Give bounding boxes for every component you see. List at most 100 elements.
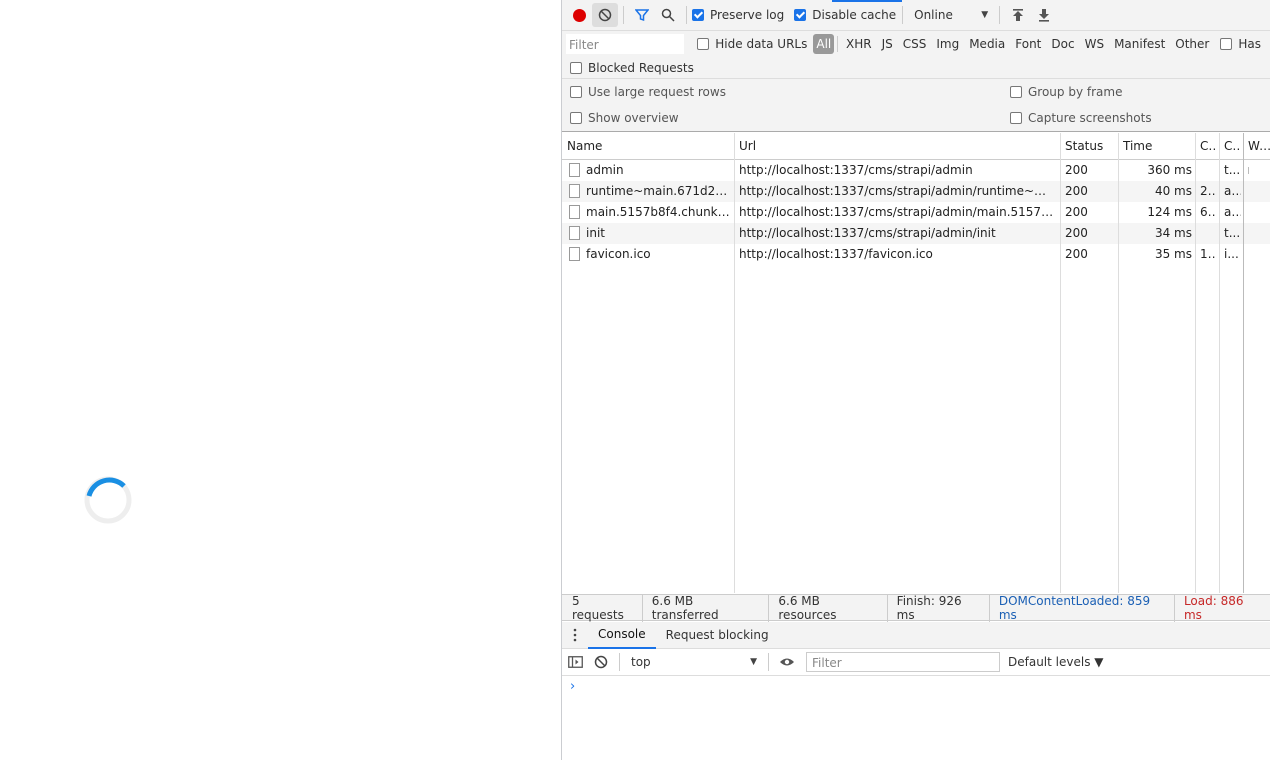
live-expression-button[interactable] bbox=[774, 650, 800, 674]
column-header-waterfall[interactable]: Waterfall bbox=[1248, 139, 1270, 153]
capture-screenshots-label: Capture screenshots bbox=[1028, 111, 1152, 125]
chevron-down-icon: ▼ bbox=[750, 657, 757, 667]
console-prompt-icon[interactable]: › bbox=[570, 679, 575, 694]
type-filter-css[interactable]: CSS bbox=[898, 37, 932, 51]
column-header-c2[interactable]: C... bbox=[1224, 139, 1241, 153]
request-url: http://localhost:1337/cms/strapi/admin bbox=[739, 163, 973, 177]
finish-time: Finish: 926 ms bbox=[888, 593, 990, 622]
has-blocked-cookies-checkbox[interactable]: Has bbox=[1220, 37, 1261, 51]
request-status: 200 bbox=[1065, 247, 1088, 261]
request-url: http://localhost:1337/favicon.ico bbox=[739, 247, 933, 261]
log-levels-select[interactable]: Default levels ▼ bbox=[1008, 655, 1104, 669]
has-blocked-cookies-label: Has bbox=[1238, 37, 1261, 51]
hide-data-urls-label: Hide data URLs bbox=[715, 37, 808, 51]
checkbox-unchecked-icon bbox=[1010, 86, 1022, 98]
script-file-icon bbox=[569, 205, 580, 219]
hide-data-urls-checkbox[interactable]: Hide data URLs bbox=[697, 37, 807, 51]
group-by-frame-checkbox[interactable]: Group by frame bbox=[1010, 85, 1122, 99]
disable-cache-label: Disable cache bbox=[812, 8, 897, 22]
import-har-button[interactable] bbox=[1005, 3, 1031, 27]
toolbar-divider bbox=[999, 6, 1001, 24]
column-header-name[interactable]: Name bbox=[567, 139, 602, 153]
resources-size: 6.6 MB resources bbox=[769, 593, 888, 622]
type-filter-ws[interactable]: WS bbox=[1080, 37, 1109, 51]
table-row[interactable]: main.5157b8f4.chunk.js http://localhost:… bbox=[562, 202, 1270, 223]
table-row[interactable]: admin http://localhost:1337/cms/strapi/a… bbox=[562, 160, 1270, 181]
blocked-requests-checkbox[interactable]: Blocked Requests bbox=[570, 61, 694, 75]
request-name: init bbox=[586, 226, 605, 240]
type-filter-xhr[interactable]: XHR bbox=[841, 37, 877, 51]
type-filter-media[interactable]: Media bbox=[964, 37, 1010, 51]
request-c1: 2... bbox=[1200, 184, 1217, 198]
table-row[interactable]: runtime~main.671d262b.js http://localhos… bbox=[562, 181, 1270, 202]
table-row[interactable]: init http://localhost:1337/cms/strapi/ad… bbox=[562, 223, 1270, 244]
request-c2: t... bbox=[1224, 163, 1241, 177]
checkbox-unchecked-icon bbox=[570, 112, 582, 124]
column-divider[interactable] bbox=[1219, 133, 1220, 593]
column-divider[interactable] bbox=[734, 133, 735, 593]
request-status: 200 bbox=[1065, 184, 1088, 198]
large-rows-checkbox[interactable]: Use large request rows bbox=[570, 85, 726, 99]
type-filter-other[interactable]: Other bbox=[1170, 37, 1214, 51]
active-tab-indicator bbox=[832, 0, 902, 2]
filter-input[interactable]: Filter bbox=[566, 34, 685, 54]
type-filter-font[interactable]: Font bbox=[1010, 37, 1046, 51]
show-overview-checkbox[interactable]: Show overview bbox=[570, 111, 679, 125]
request-c2: a... bbox=[1224, 184, 1241, 198]
clear-console-button[interactable] bbox=[588, 650, 614, 674]
type-filter-img[interactable]: Img bbox=[931, 37, 964, 51]
filter-toggle-button[interactable] bbox=[629, 3, 655, 27]
record-icon bbox=[573, 8, 586, 22]
type-filter-manifest[interactable]: Manifest bbox=[1109, 37, 1170, 51]
chevron-down-icon: ▼ bbox=[981, 10, 989, 20]
filter-bar: Filter Hide data URLs All XHR JS CSS Img… bbox=[562, 31, 1270, 57]
search-icon bbox=[661, 8, 675, 22]
column-divider[interactable] bbox=[1243, 133, 1244, 593]
column-divider[interactable] bbox=[1195, 133, 1196, 593]
network-settings-pane: Use large request rows Show overview Gro… bbox=[562, 79, 1270, 132]
page-viewport bbox=[0, 0, 561, 760]
console-filter-placeholder: Filter bbox=[812, 656, 842, 670]
request-c2: a... bbox=[1224, 205, 1241, 219]
table-row[interactable]: favicon.ico http://localhost:1337/favico… bbox=[562, 244, 1270, 265]
loading-spinner-icon bbox=[84, 476, 132, 524]
request-url: http://localhost:1337/cms/strapi/admin/m… bbox=[739, 205, 1057, 219]
request-name: main.5157b8f4.chunk.js bbox=[586, 205, 731, 219]
dom-content-loaded-time: DOMContentLoaded: 859 ms bbox=[990, 593, 1175, 622]
type-divider bbox=[837, 36, 838, 52]
console-filter-input[interactable]: Filter bbox=[806, 652, 1000, 672]
search-button[interactable] bbox=[655, 3, 681, 27]
file-icon bbox=[569, 226, 580, 240]
column-header-url[interactable]: Url bbox=[739, 139, 756, 153]
record-button[interactable] bbox=[562, 3, 588, 27]
export-har-button[interactable] bbox=[1031, 3, 1057, 27]
tab-console[interactable]: Console bbox=[588, 622, 656, 649]
type-filter-js[interactable]: JS bbox=[877, 37, 898, 51]
group-by-frame-label: Group by frame bbox=[1028, 85, 1123, 99]
throttling-value: Online bbox=[914, 8, 953, 22]
capture-screenshots-checkbox[interactable]: Capture screenshots bbox=[1010, 111, 1152, 125]
request-url: http://localhost:1337/cms/strapi/admin/i… bbox=[739, 226, 996, 240]
column-header-status[interactable]: Status bbox=[1065, 139, 1103, 153]
document-icon bbox=[569, 163, 580, 177]
toolbar-divider bbox=[619, 653, 620, 671]
request-name: favicon.ico bbox=[586, 247, 651, 261]
type-filter-doc[interactable]: Doc bbox=[1046, 37, 1079, 51]
column-header-time[interactable]: Time bbox=[1123, 139, 1152, 153]
throttling-select[interactable]: Online ▼ bbox=[908, 8, 994, 22]
clear-button[interactable] bbox=[592, 3, 618, 27]
show-sidebar-button[interactable] bbox=[562, 650, 588, 674]
tab-request-blocking[interactable]: Request blocking bbox=[656, 622, 779, 649]
disable-cache-checkbox[interactable]: Disable cache bbox=[794, 8, 896, 22]
show-overview-label: Show overview bbox=[588, 111, 679, 125]
column-divider[interactable] bbox=[1060, 133, 1061, 593]
preserve-log-checkbox[interactable]: Preserve log bbox=[692, 8, 784, 22]
checkbox-unchecked-icon bbox=[570, 61, 582, 74]
type-filter-all[interactable]: All bbox=[813, 34, 835, 54]
column-divider[interactable] bbox=[1118, 133, 1119, 593]
request-time: 124 ms bbox=[1147, 205, 1192, 219]
drawer-menu-button[interactable] bbox=[562, 628, 588, 642]
column-header-c1[interactable]: C... bbox=[1200, 139, 1217, 153]
context-select[interactable]: top ▼ bbox=[625, 655, 763, 669]
blocked-requests-bar: Blocked Requests bbox=[562, 57, 1270, 79]
